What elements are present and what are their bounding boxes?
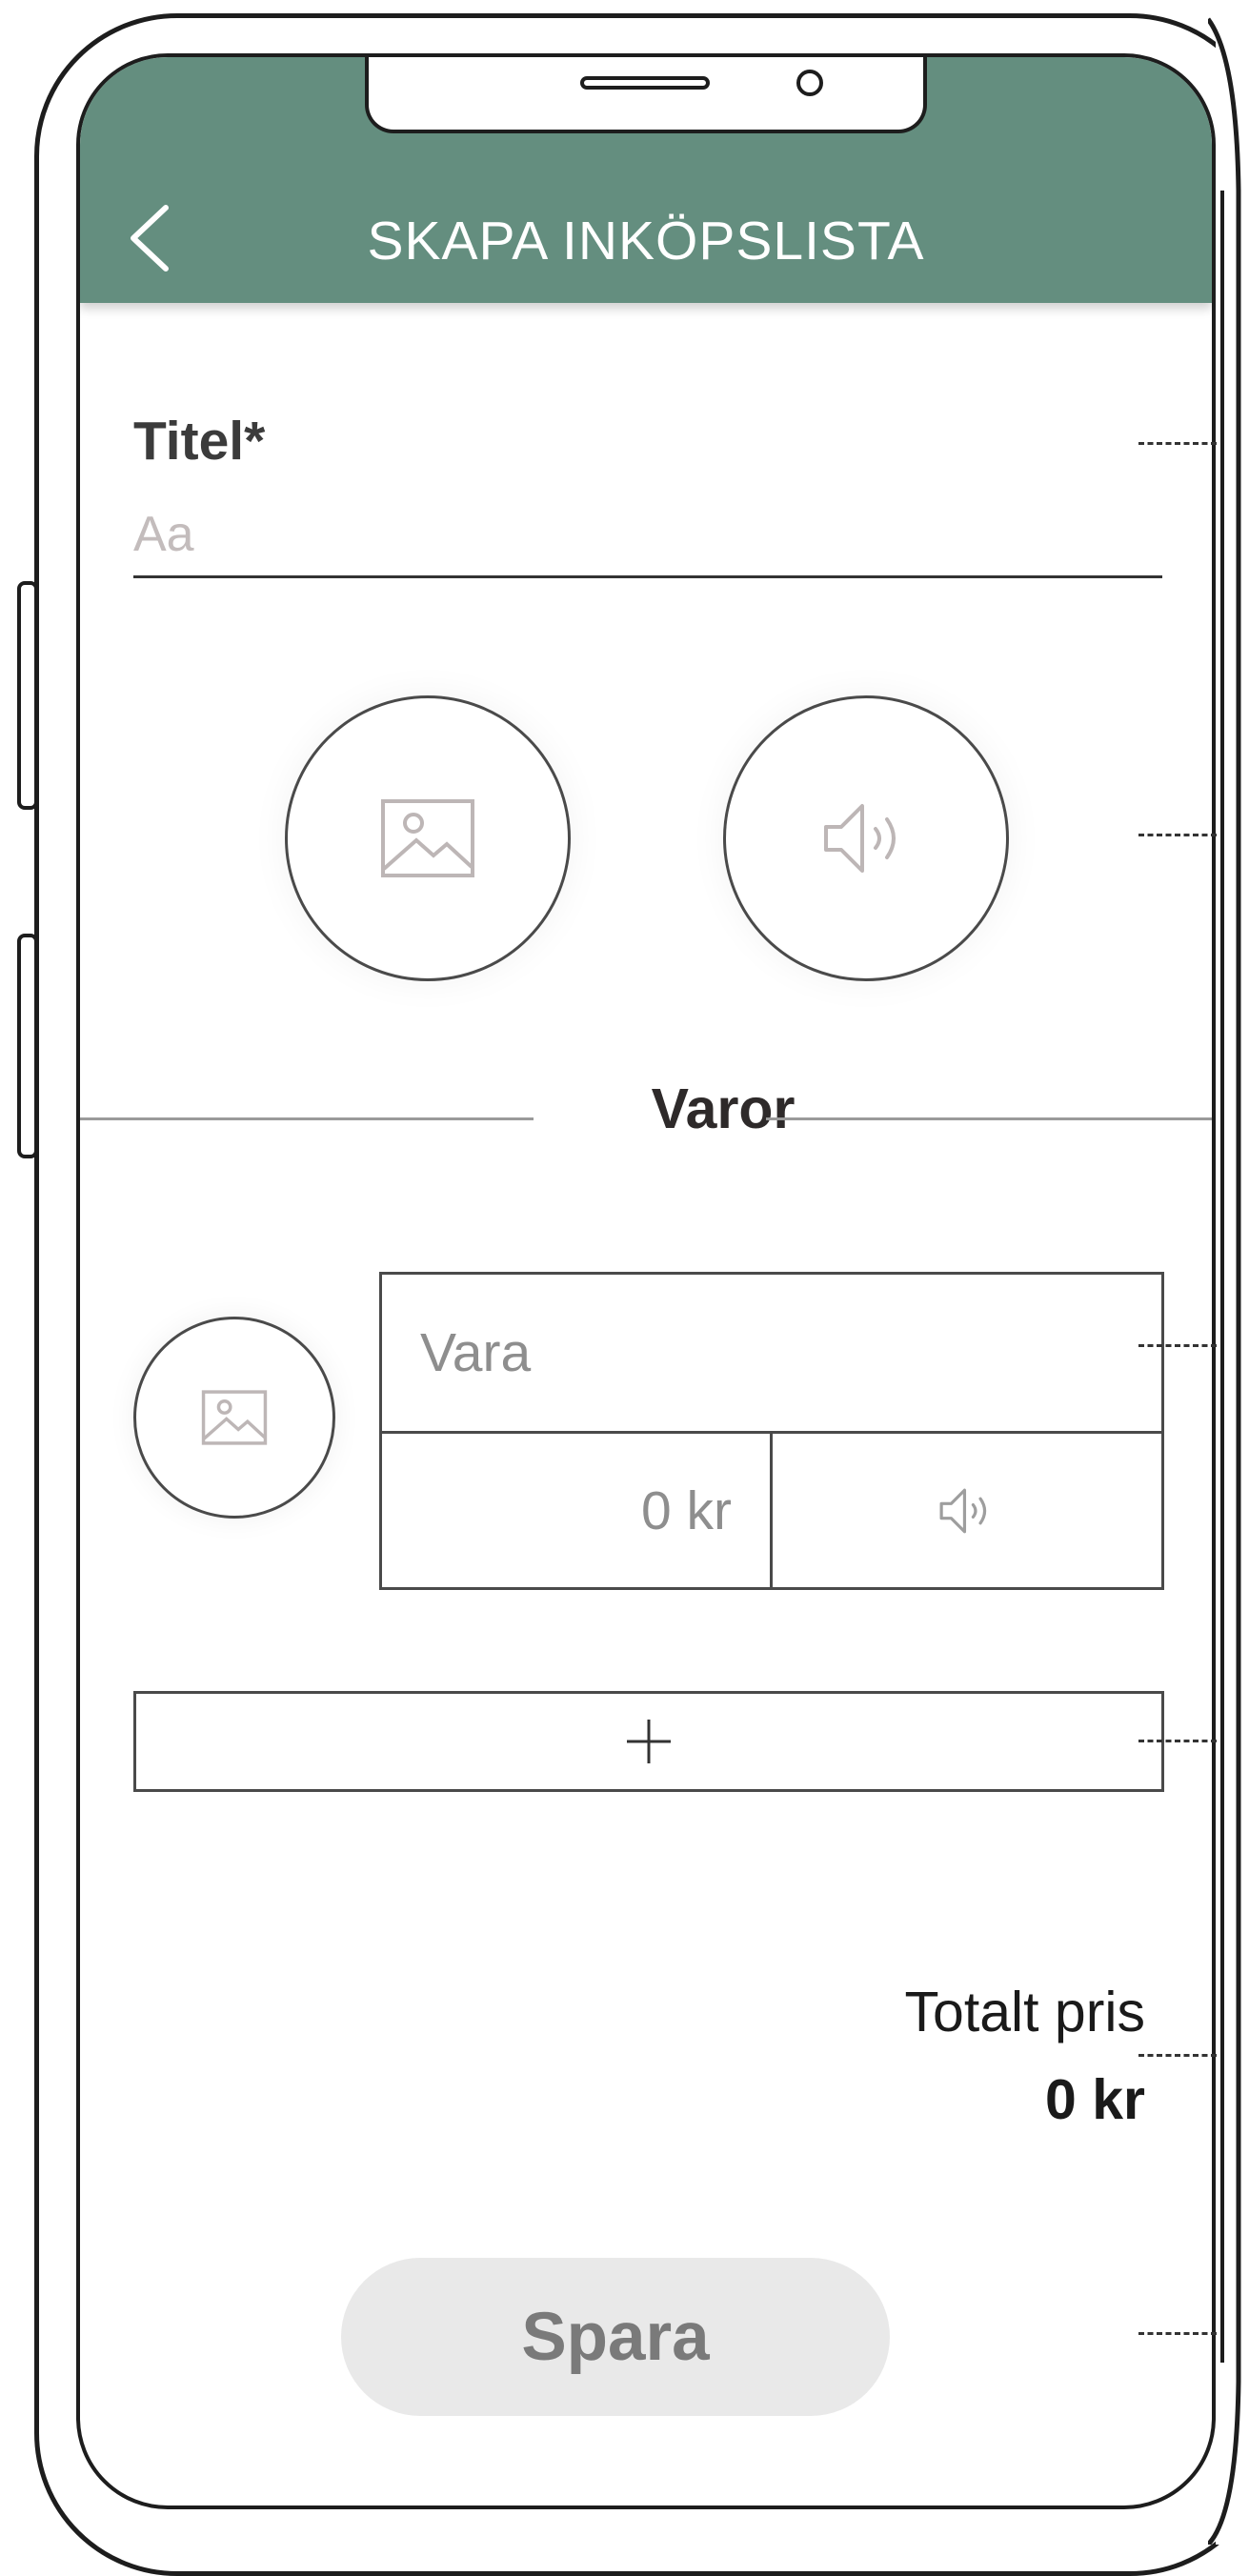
annotation-line-title bbox=[1138, 442, 1217, 445]
annotation-line-item bbox=[1138, 1344, 1217, 1347]
phone-right-edge bbox=[1208, 17, 1241, 2545]
item-card bbox=[379, 1272, 1164, 1590]
add-audio-button[interactable] bbox=[723, 695, 1009, 981]
earpiece bbox=[580, 76, 710, 90]
section-divider-left bbox=[80, 1117, 534, 1120]
total-price-label: Totalt pris bbox=[904, 1981, 1145, 2043]
add-item-button[interactable] bbox=[133, 1691, 1164, 1792]
title-label: Titel* bbox=[133, 411, 266, 472]
speaker-icon bbox=[824, 804, 896, 873]
total-price-value: 0 kr bbox=[1045, 2068, 1145, 2131]
title-input[interactable] bbox=[133, 493, 1162, 578]
section-heading: Varor bbox=[651, 1077, 796, 1140]
front-camera bbox=[796, 70, 823, 96]
app-header: SKAPA INKÖPSLISTA bbox=[80, 57, 1212, 303]
annotation-line-add bbox=[1138, 1740, 1217, 1742]
annotation-line-save bbox=[1138, 2332, 1217, 2335]
item-price-input[interactable] bbox=[382, 1434, 773, 1587]
section-divider-right bbox=[766, 1117, 1212, 1120]
speaker-icon bbox=[939, 1488, 987, 1533]
phone-screen: SKAPA INKÖPSLISTA Titel* Varor bbox=[76, 53, 1216, 2509]
plus-icon bbox=[627, 1720, 671, 1763]
annotation-line-total bbox=[1138, 2054, 1217, 2057]
item-name-input[interactable] bbox=[382, 1275, 1161, 1434]
add-image-button[interactable] bbox=[285, 695, 571, 981]
phone-notch bbox=[365, 57, 927, 133]
annotation-line-media bbox=[1138, 834, 1217, 836]
item-image-button[interactable] bbox=[133, 1317, 335, 1519]
page-title: SKAPA INKÖPSLISTA bbox=[367, 211, 925, 272]
image-icon bbox=[381, 799, 474, 877]
save-button[interactable]: Spara bbox=[341, 2258, 890, 2416]
side-button-upper bbox=[17, 581, 38, 810]
side-button-lower bbox=[17, 934, 38, 1158]
image-icon bbox=[201, 1390, 268, 1445]
item-audio-button[interactable] bbox=[773, 1434, 1161, 1587]
